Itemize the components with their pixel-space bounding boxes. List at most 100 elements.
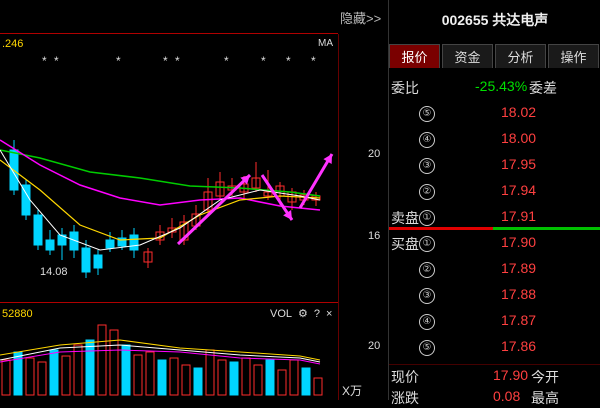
- sell-price: 17.95: [501, 156, 537, 172]
- sell-level-5[interactable]: ⑤ 18.02: [389, 102, 600, 126]
- candle-body: [93, 254, 103, 269]
- candle-body: [45, 239, 55, 251]
- chart-top-border: [0, 33, 338, 34]
- change-row: 涨跌 0.08 最高: [389, 386, 600, 406]
- level-index: ⑤: [419, 340, 435, 356]
- volume-bar: [37, 361, 47, 396]
- volume-bar: [121, 344, 131, 396]
- buy-price: 17.86: [501, 338, 537, 354]
- level-index: ①: [419, 210, 435, 226]
- volume-bar: [193, 367, 203, 396]
- stock-title: 002655 共达电声: [389, 10, 600, 30]
- sell-level-2[interactable]: ② 17.94: [389, 180, 600, 204]
- tab-quote[interactable]: 报价: [389, 44, 440, 68]
- volume-bar: [253, 364, 263, 396]
- sell-price: 18.02: [501, 104, 537, 120]
- help-icon[interactable]: ?: [314, 308, 320, 320]
- signal-star: *: [261, 54, 267, 68]
- candle-body: [129, 234, 139, 251]
- volume-top-border: [0, 302, 338, 303]
- weibi-value: -25.43%: [475, 78, 528, 94]
- buy-divider: [493, 227, 600, 230]
- volume-bar: [157, 359, 167, 396]
- signal-star: *: [42, 54, 48, 68]
- level-index: ②: [419, 184, 435, 200]
- low-price-annotation: 14.08: [40, 266, 68, 278]
- tab-funds[interactable]: 资金: [442, 44, 493, 68]
- sell-level-4[interactable]: ④ 18.00: [389, 128, 600, 152]
- weidiff-label: 委差: [529, 80, 557, 96]
- volume-bar: [49, 349, 59, 396]
- volume-unit: X万: [342, 384, 363, 398]
- volume-axis-top: 20: [368, 340, 381, 352]
- level-index: ③: [419, 158, 435, 174]
- level-index: ④: [419, 132, 435, 148]
- level-index: ④: [419, 314, 435, 330]
- buy-level-2[interactable]: ② 17.89: [389, 258, 600, 282]
- sell-price: 18.00: [501, 130, 537, 146]
- hide-panel-button[interactable]: 隐藏>>: [340, 8, 381, 27]
- close-icon[interactable]: ×: [326, 308, 332, 320]
- volume-bar: [241, 357, 251, 396]
- sell-level-3[interactable]: ③ 17.95: [389, 154, 600, 178]
- sell-label: 卖盘: [391, 210, 419, 226]
- volume-bar: [301, 367, 311, 396]
- weibi-label: 委比: [391, 80, 419, 96]
- candle-body: [81, 247, 91, 273]
- sell-price: 17.91: [501, 208, 537, 224]
- buy-level-4[interactable]: ④ 17.87: [389, 310, 600, 334]
- gear-icon[interactable]: ⚙: [298, 307, 308, 320]
- buy-label: 买盘: [391, 236, 419, 252]
- weibi-row: 委比 -25.43% 委差: [389, 76, 600, 98]
- change-value: 0.08: [493, 388, 521, 404]
- candle-body: [105, 239, 115, 249]
- sell-price: 17.94: [501, 182, 537, 198]
- signal-star: *: [224, 54, 230, 68]
- volume-bar: [73, 344, 83, 396]
- volume-bar: [61, 355, 71, 396]
- axis-separator: [338, 34, 339, 400]
- tab-analysis[interactable]: 分析: [495, 44, 546, 68]
- buy-price: 17.90: [501, 234, 537, 250]
- volume-bar: [145, 351, 155, 396]
- open-label: 今开: [531, 369, 559, 385]
- buy-price: 17.87: [501, 312, 537, 328]
- signal-star: *: [116, 54, 122, 68]
- volume-bar: [205, 349, 215, 396]
- ma20-line: [0, 139, 321, 211]
- volume-bar: [277, 369, 287, 396]
- level-index: ①: [419, 236, 435, 252]
- signal-star: *: [175, 54, 181, 68]
- stock-code: 002655: [441, 12, 489, 28]
- buy-price: 17.88: [501, 286, 537, 302]
- volume-bar: [229, 361, 239, 396]
- stock-name: 共达电声: [492, 12, 549, 28]
- level-index: ⑤: [419, 106, 435, 122]
- level-index: ②: [419, 262, 435, 278]
- signal-star: *: [54, 54, 60, 68]
- stock-app: 隐藏>> .246 MA * * * * * * * * * 20 16 14.…: [0, 0, 600, 406]
- signal-star: *: [286, 54, 292, 68]
- buy-level-1[interactable]: 买盘 ① 17.90: [389, 232, 600, 256]
- volume-bar: [217, 359, 227, 396]
- volume-bar: [181, 364, 191, 396]
- tab-operate[interactable]: 操作: [548, 44, 599, 68]
- signal-star: *: [311, 54, 317, 68]
- buy-level-5[interactable]: ⑤ 17.86: [389, 336, 600, 360]
- volume-bar: [133, 354, 143, 396]
- signal-star: *: [163, 54, 169, 68]
- volume-bar: [97, 324, 107, 396]
- ma-label[interactable]: MA: [318, 38, 333, 49]
- level-index: ③: [419, 288, 435, 304]
- kline-chart-area[interactable]: 隐藏>> .246 MA * * * * * * * * * 20 16 14.…: [0, 0, 388, 400]
- volume-bar: [25, 357, 35, 396]
- volume-title: VOL: [270, 307, 293, 320]
- current-value: 17.90: [493, 367, 529, 383]
- volume-bar: [1, 359, 11, 396]
- quote-panel: 002655 共达电声 报价 资金 分析 操作 委比 -25.43% 委差 ⑤ …: [388, 0, 600, 406]
- volume-bar: [169, 357, 179, 396]
- current-label: 现价: [391, 369, 419, 385]
- buy-level-3[interactable]: ③ 17.88: [389, 284, 600, 308]
- change-label: 涨跌: [391, 390, 419, 406]
- volume-bar: [289, 359, 299, 396]
